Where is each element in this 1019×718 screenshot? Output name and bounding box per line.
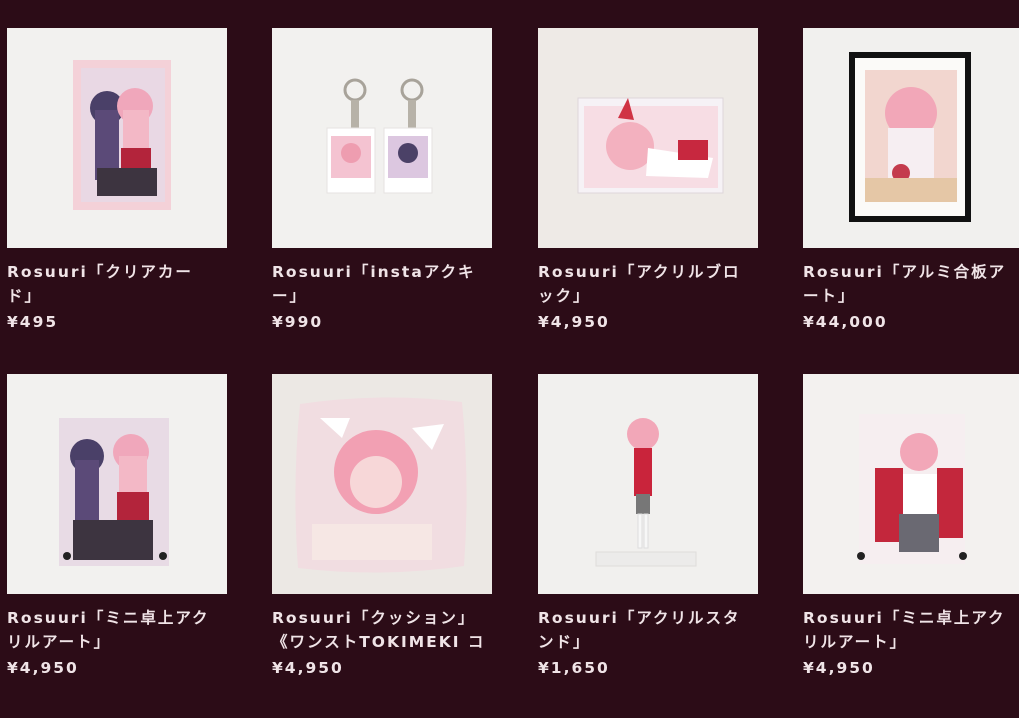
product-title[interactable]: Rosuuri「アクリルブロ <box>538 260 760 284</box>
product-grid: Rosuuri「クリアカー ド」 ¥495 Rosuuri「instaアクキ ー… <box>0 0 1019 718</box>
product-title[interactable]: ック」 <box>538 284 760 308</box>
product-card[interactable]: Rosuuri「ミニ卓上アク リルアート」 ¥4,950 <box>7 374 229 679</box>
product-price: ¥44,000 <box>803 313 888 331</box>
mini-acrylic-art-product-image[interactable] <box>7 374 227 594</box>
product-title[interactable]: リルアート」 <box>7 630 229 654</box>
product-card[interactable]: Rosuuri「アクリルブロ ック」 ¥4,950 <box>538 28 760 333</box>
acrylic-keychain-product-image[interactable] <box>272 28 492 248</box>
acrylic-block-product-image[interactable] <box>538 28 758 248</box>
product-title[interactable]: Rosuuri「クリアカー <box>7 260 229 284</box>
product-title[interactable]: ド」 <box>7 284 229 308</box>
product-title[interactable]: Rosuuri「ミニ卓上アク <box>803 606 1019 630</box>
product-title[interactable]: ー」 <box>272 284 494 308</box>
product-card[interactable]: Rosuuri「クリアカー ド」 ¥495 <box>7 28 229 333</box>
product-title[interactable]: Rosuuri「instaアクキ <box>272 260 494 284</box>
product-card[interactable]: Rosuuri「ミニ卓上アク リルアート」 ¥4,950 <box>803 374 1019 679</box>
product-price: ¥4,950 <box>7 659 79 677</box>
product-card[interactable]: Rosuuri「アクリルスタ ンド」 ¥1,650 <box>538 374 760 679</box>
cushion-product-image[interactable] <box>272 374 492 594</box>
mini-acrylic-art-product-image[interactable] <box>803 374 1019 594</box>
product-title[interactable]: Rosuuri「アルミ合板ア <box>803 260 1019 284</box>
product-price: ¥4,950 <box>272 659 344 677</box>
product-title[interactable]: 《ワンストTOKIMEKI コ <box>272 630 494 654</box>
product-card[interactable]: Rosuuri「instaアクキ ー」 ¥990 <box>272 28 494 333</box>
acrylic-stand-product-image[interactable] <box>538 374 758 594</box>
product-price: ¥4,950 <box>803 659 875 677</box>
product-price: ¥990 <box>272 313 324 331</box>
product-title[interactable]: Rosuuri「クッション」 <box>272 606 494 630</box>
product-price: ¥1,650 <box>538 659 610 677</box>
product-title[interactable]: ンド」 <box>538 630 760 654</box>
product-card[interactable]: Rosuuri「クッション」 《ワンストTOKIMEKI コ ¥4,950 <box>272 374 494 679</box>
product-title[interactable]: Rosuuri「アクリルスタ <box>538 606 760 630</box>
clear-card-product-image[interactable] <box>7 28 227 248</box>
product-card[interactable]: Rosuuri「アルミ合板ア ート」 ¥44,000 <box>803 28 1019 333</box>
product-title[interactable]: リルアート」 <box>803 630 1019 654</box>
product-price: ¥495 <box>7 313 59 331</box>
aluminum-art-product-image[interactable] <box>803 28 1019 248</box>
product-title[interactable]: Rosuuri「ミニ卓上アク <box>7 606 229 630</box>
product-title[interactable]: ート」 <box>803 284 1019 308</box>
product-price: ¥4,950 <box>538 313 610 331</box>
